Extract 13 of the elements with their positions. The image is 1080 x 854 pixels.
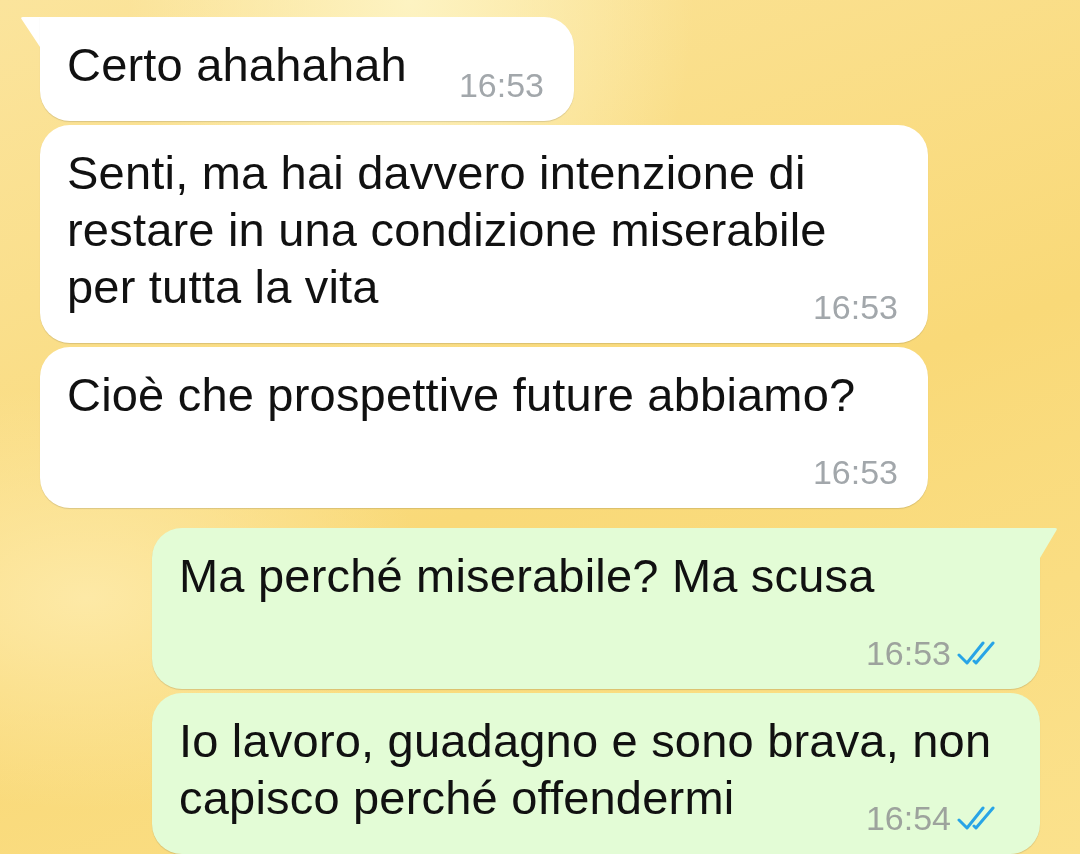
message-time: 16:53 [865, 633, 951, 673]
message-time: 16:53 [812, 452, 898, 492]
message-time: 16:53 [458, 65, 544, 105]
message-line: Ma perché miserabile? Ma scusa [179, 549, 875, 602]
message-line: Certo ahahahah [67, 38, 407, 91]
message-line: capisco perché offendermi [179, 771, 735, 824]
message-time: 16:53 [812, 287, 898, 327]
message-line: Senti, ma hai davvero intenzione di [67, 145, 806, 201]
message-line: restare in una condizione miserabile [67, 202, 827, 258]
message-line: Io lavoro, guadagno e sono brava, non [179, 713, 992, 769]
message-line: per tutta la vita [67, 260, 379, 313]
message-line: Cioè che prospettive future abbiamo? [67, 368, 856, 421]
message-time: 16:54 [865, 798, 951, 838]
